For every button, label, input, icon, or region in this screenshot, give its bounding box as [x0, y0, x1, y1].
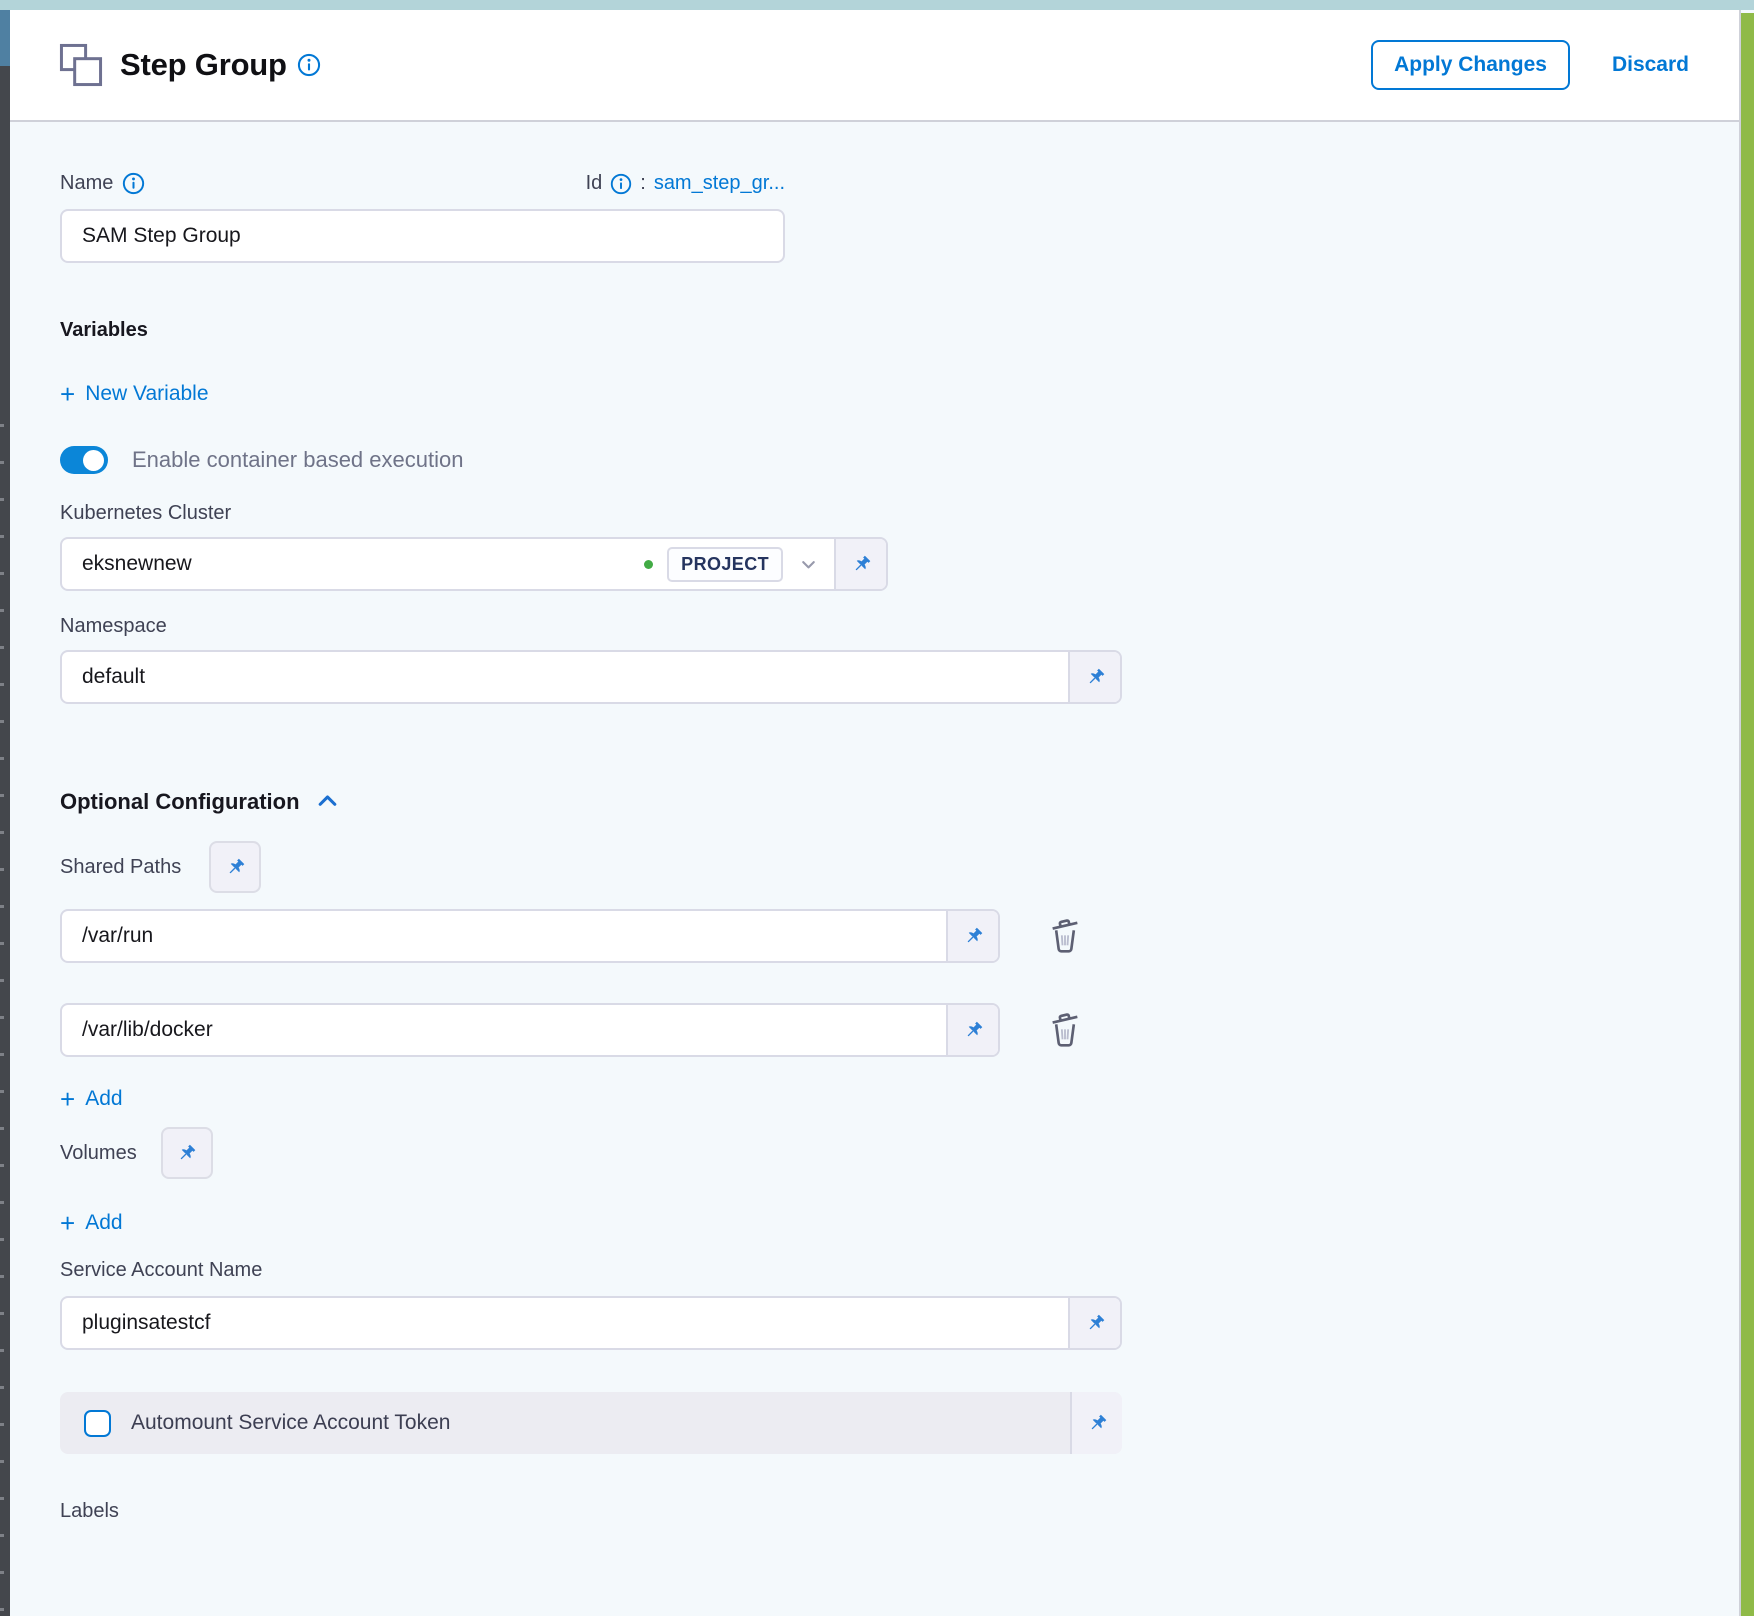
service-account-pin-icon[interactable] [1068, 1298, 1120, 1348]
delete-shared-path-2-trash-icon[interactable] [1045, 1008, 1085, 1052]
right-rail [1741, 13, 1754, 1616]
shared-path-row [60, 909, 1739, 963]
namespace-input[interactable] [62, 652, 1068, 702]
container-execution-row: Enable container based execution [60, 446, 1739, 474]
editor-gutter-rail [0, 10, 10, 1616]
volumes-row: Volumes [60, 1127, 1739, 1179]
entity-id-group: Id : sam_step_gr... [586, 172, 785, 195]
id-info-icon[interactable] [610, 173, 632, 195]
plus-icon: + [60, 1089, 75, 1109]
panel-body: Name Id : sam_step_gr... [10, 122, 1739, 1616]
panel-header: Step Group Apply Changes Discard [10, 10, 1739, 122]
chevron-up-icon[interactable] [314, 788, 341, 815]
gutter-blue-block [0, 10, 10, 66]
kubernetes-cluster-input[interactable] [62, 539, 644, 589]
new-variable-button[interactable]: + New Variable [60, 382, 209, 406]
shared-path-row [60, 1003, 1739, 1057]
shared-path-2-pin-icon[interactable] [946, 1005, 998, 1055]
cluster-scope-group: PROJECT [644, 539, 834, 589]
service-account-input[interactable] [62, 1298, 1068, 1348]
scope-badge: PROJECT [667, 547, 783, 582]
title-info-icon[interactable] [297, 53, 321, 77]
shared-path-field [60, 1003, 1000, 1057]
shared-path-input-2[interactable] [62, 1005, 946, 1055]
shared-path-field [60, 909, 1000, 963]
container-execution-label: Enable container based execution [132, 447, 463, 473]
name-id-row: Name Id : sam_step_gr... [60, 172, 785, 195]
automount-checkbox[interactable] [84, 1410, 111, 1437]
name-field-wrap [60, 209, 785, 263]
service-account-label: Service Account Name [60, 1259, 1739, 1282]
automount-label[interactable]: Automount Service Account Token [131, 1411, 450, 1435]
id-value[interactable]: sam_step_gr... [654, 172, 785, 195]
volumes-label: Volumes [60, 1142, 137, 1165]
automount-left: Automount Service Account Token [60, 1392, 1070, 1454]
name-input[interactable] [62, 211, 783, 261]
chevron-down-icon[interactable] [797, 553, 820, 576]
namespace-pin-icon[interactable] [1068, 652, 1120, 702]
top-rail [0, 0, 1754, 10]
shared-paths-label: Shared Paths [60, 856, 181, 879]
labels-label: Labels [60, 1500, 1739, 1523]
scope-status-dot [644, 560, 653, 569]
toggle-knob [83, 450, 104, 471]
shared-path-1-pin-icon[interactable] [946, 911, 998, 961]
discard-button[interactable]: Discard [1612, 53, 1689, 77]
id-separator: : [640, 172, 646, 195]
add-volume-button[interactable]: + Add [60, 1211, 123, 1235]
step-group-icon [58, 42, 104, 88]
namespace-field [60, 650, 1122, 704]
page-title: Step Group [120, 47, 287, 83]
name-info-icon[interactable] [122, 172, 145, 195]
add-shared-path-button[interactable]: + Add [60, 1087, 123, 1111]
automount-pin-icon[interactable] [1070, 1392, 1122, 1454]
kubernetes-cluster-pin-icon[interactable] [834, 539, 886, 589]
container-execution-toggle[interactable] [60, 446, 108, 474]
apply-changes-button[interactable]: Apply Changes [1371, 40, 1570, 90]
shared-path-input-1[interactable] [62, 911, 946, 961]
optional-configuration-heading: Optional Configuration [60, 788, 1739, 815]
automount-row: Automount Service Account Token [60, 1392, 1122, 1454]
step-group-panel: Step Group Apply Changes Discard Name Id [10, 10, 1741, 1616]
kubernetes-cluster-label: Kubernetes Cluster [60, 502, 1739, 525]
service-account-field [60, 1296, 1122, 1350]
name-label: Name [60, 172, 113, 195]
volumes-pin-icon[interactable] [161, 1127, 213, 1179]
shared-paths-pin-icon[interactable] [209, 841, 261, 893]
gutter-tick-marks [0, 390, 4, 1616]
name-label-group: Name [60, 172, 145, 195]
id-label: Id [586, 172, 603, 195]
plus-icon: + [60, 384, 75, 404]
kubernetes-cluster-field: PROJECT [60, 537, 888, 591]
step-group-drawer: Step Group Apply Changes Discard Name Id [0, 0, 1754, 1616]
delete-shared-path-1-trash-icon[interactable] [1045, 914, 1085, 958]
shared-paths-row: Shared Paths [60, 841, 1739, 893]
plus-icon: + [60, 1213, 75, 1233]
variables-heading: Variables [60, 319, 1739, 342]
namespace-label: Namespace [60, 615, 1739, 638]
